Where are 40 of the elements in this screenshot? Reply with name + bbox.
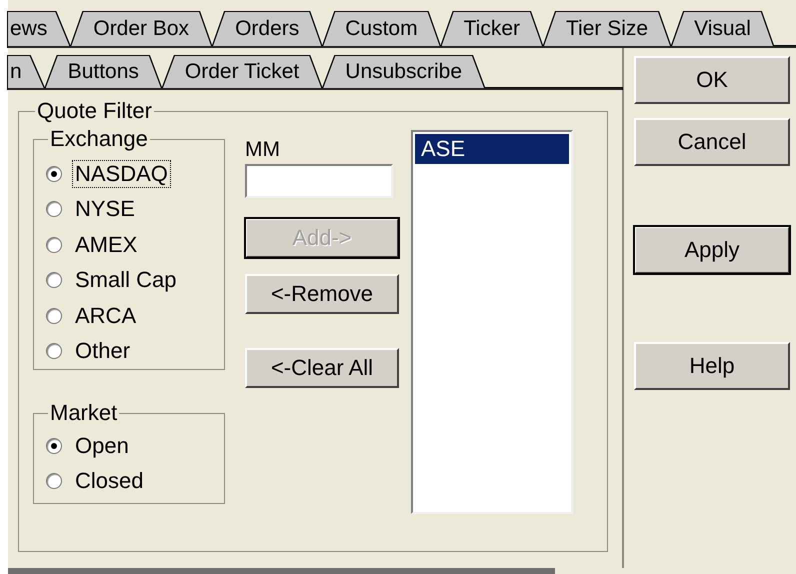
radio-button[interactable] <box>46 308 62 324</box>
radio-button[interactable] <box>46 438 62 454</box>
radio-button[interactable] <box>46 473 62 490</box>
radio-button[interactable] <box>46 201 62 218</box>
tab[interactable]: Order Box <box>71 12 212 46</box>
button[interactable]: <-Clear All <box>245 348 399 388</box>
radio-button[interactable] <box>46 272 62 288</box>
radio-label[interactable]: NYSE <box>72 195 138 224</box>
tab[interactable]: Custom <box>323 12 440 46</box>
tab[interactable]: Ticker <box>442 12 542 46</box>
radio-label[interactable]: AMEX <box>72 230 140 259</box>
radio-button[interactable] <box>46 166 62 182</box>
radio-label[interactable]: Other <box>72 337 134 366</box>
field-label: MM <box>245 138 281 162</box>
button[interactable]: Cancel <box>634 118 790 166</box>
group-title: Exchange <box>49 126 149 152</box>
group-title: Market <box>49 400 118 426</box>
button[interactable]: <-Remove <box>245 274 399 314</box>
tab[interactable]: Orders <box>213 12 322 46</box>
button[interactable]: Help <box>634 342 790 390</box>
list-box[interactable]: ASE <box>411 130 573 514</box>
radio-label[interactable]: NASDAQ <box>72 160 171 188</box>
input-field[interactable] <box>245 164 393 198</box>
tab[interactable]: Tier Size <box>544 12 670 46</box>
tab[interactable]: Order Ticket <box>162 56 322 88</box>
group-title: Quote Filter <box>36 98 153 124</box>
radio-label[interactable]: ARCA <box>72 302 140 330</box>
tab[interactable]: n <box>8 56 44 88</box>
radio-button[interactable] <box>46 343 62 360</box>
button[interactable]: Apply <box>634 226 790 274</box>
tab[interactable]: Visual <box>672 12 773 46</box>
button[interactable]: OK <box>634 56 790 104</box>
radio-label[interactable]: Closed <box>72 467 146 496</box>
radio-label[interactable]: Small Cap <box>72 266 180 294</box>
tab[interactable]: Buttons <box>46 56 161 88</box>
tab[interactable]: Unsubscribe <box>323 56 484 88</box>
radio-label[interactable]: Open <box>72 432 132 460</box>
radio-button[interactable] <box>46 236 62 253</box>
tab[interactable]: ews <box>8 12 70 46</box>
list-item[interactable]: ASE <box>415 134 569 164</box>
